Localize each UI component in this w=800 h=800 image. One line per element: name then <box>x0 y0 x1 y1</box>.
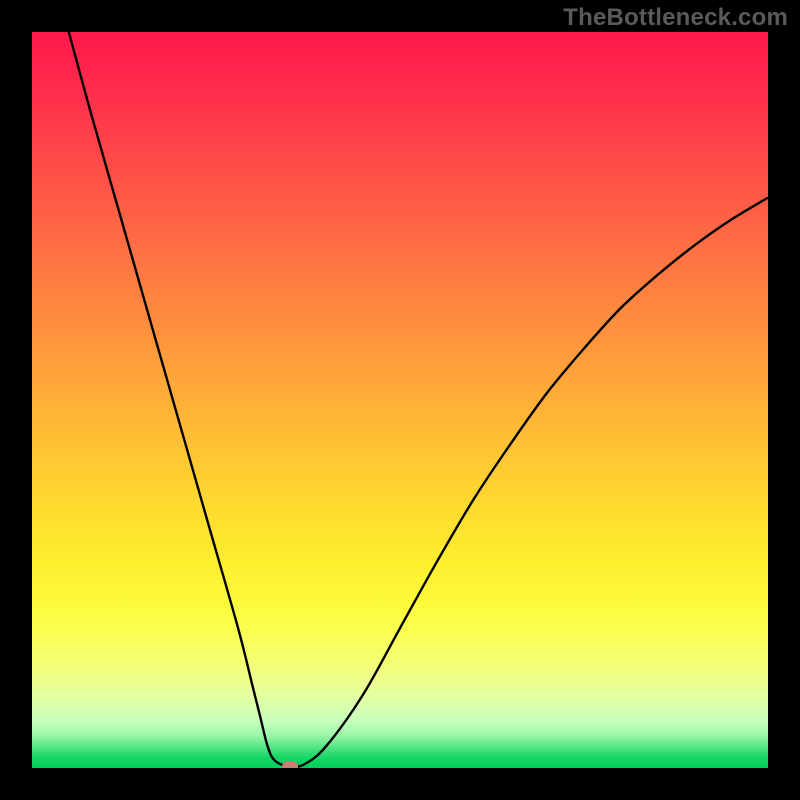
bottleneck-curve <box>69 32 768 767</box>
chart-root: TheBottleneck.com <box>0 0 800 800</box>
watermark-text: TheBottleneck.com <box>563 4 788 32</box>
plot-area <box>32 32 768 768</box>
optimum-marker <box>282 761 298 768</box>
curve-overlay <box>32 32 768 768</box>
